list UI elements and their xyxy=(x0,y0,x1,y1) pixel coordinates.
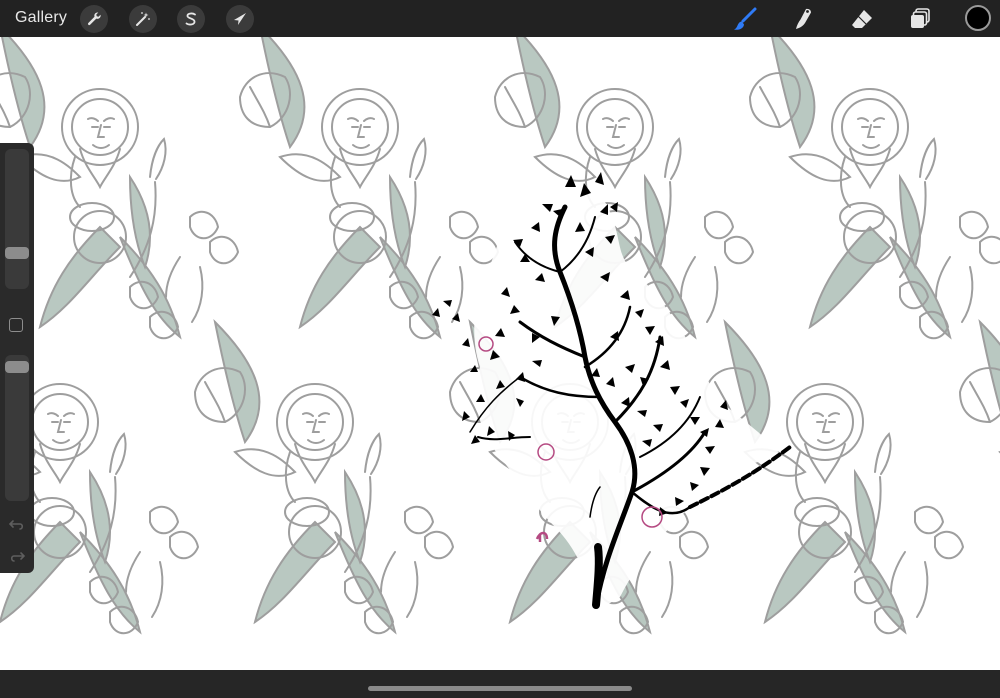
modify-button[interactable] xyxy=(9,318,23,332)
undo-arrow-icon xyxy=(8,520,24,530)
adjustments-button[interactable] xyxy=(129,5,157,33)
arrow-cursor-icon xyxy=(234,13,246,25)
wrench-icon xyxy=(87,12,101,26)
brush-size-slider[interactable] xyxy=(5,149,29,289)
smudge-finger-icon xyxy=(796,8,811,29)
color-picker-button[interactable] xyxy=(965,5,991,31)
undo-button[interactable] xyxy=(8,515,26,533)
top-toolbar: Gallery xyxy=(0,0,1000,37)
redo-button[interactable] xyxy=(8,547,26,565)
transform-button[interactable] xyxy=(226,5,254,33)
paintbrush-icon xyxy=(734,7,757,30)
selection-s-icon xyxy=(185,12,196,26)
opacity-thumb[interactable] xyxy=(5,361,29,373)
left-sidebar xyxy=(0,143,34,573)
magic-wand-icon xyxy=(136,12,150,26)
brush-size-thumb[interactable] xyxy=(5,247,29,259)
redo-arrow-icon xyxy=(10,552,26,562)
bottom-bar xyxy=(0,670,1000,698)
home-indicator[interactable] xyxy=(368,686,632,691)
eraser-button[interactable] xyxy=(847,5,877,33)
eraser-icon xyxy=(852,10,872,28)
gallery-button[interactable]: Gallery xyxy=(15,9,67,27)
opacity-slider[interactable] xyxy=(5,355,29,501)
drawing-canvas[interactable] xyxy=(0,37,1000,670)
layers-icon xyxy=(911,8,930,28)
canvas-artwork xyxy=(0,37,1000,635)
selection-button[interactable] xyxy=(177,5,205,33)
layers-button[interactable] xyxy=(905,5,935,33)
actions-button[interactable] xyxy=(80,5,108,33)
brush-button[interactable] xyxy=(730,5,760,33)
smudge-button[interactable] xyxy=(788,5,818,33)
